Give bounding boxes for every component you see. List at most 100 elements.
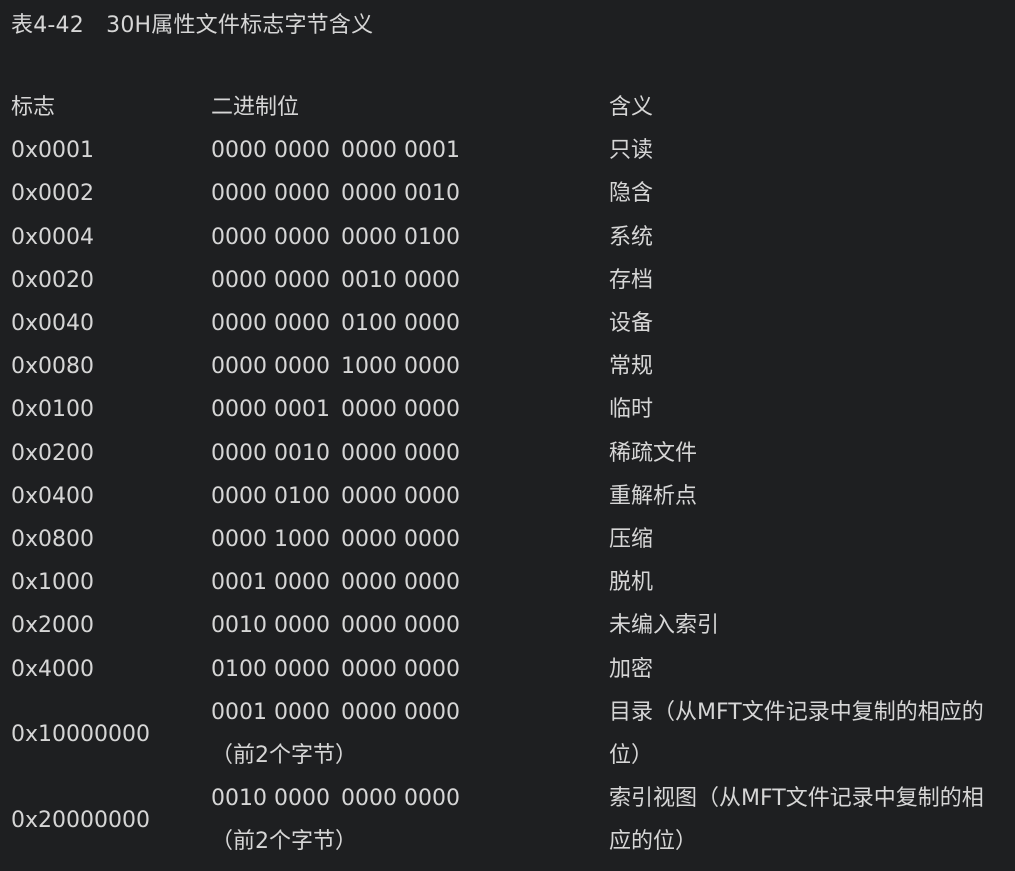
binary-note: （前2个字节） bbox=[211, 829, 357, 855]
meaning-cell: 索引视图（从MFT文件记录中复制的相应的位） bbox=[598, 777, 1015, 863]
binary-cell: 0000 0000 0100 0000 bbox=[200, 302, 598, 345]
meaning-cell: 目录（从MFT文件记录中复制的相应的位） bbox=[598, 691, 1015, 777]
meaning-cell: 加密 bbox=[609, 656, 654, 682]
binary-cell: 0000 0000 1000 0000 bbox=[200, 345, 598, 388]
binary-high-byte: 0000 0100 bbox=[211, 483, 330, 509]
binary-high-byte: 0000 1000 bbox=[211, 527, 330, 553]
binary-cell: 0000 0001 0000 0000 bbox=[200, 388, 598, 431]
table-row: 0x0800 0000 1000 0000 0000 压缩 bbox=[0, 518, 1015, 561]
flag-cell: 0x0080 bbox=[11, 354, 95, 380]
binary-low-byte: 0000 0000 bbox=[341, 699, 460, 725]
flag-cell: 0x1000 bbox=[11, 570, 95, 596]
meaning-cell: 稀疏文件 bbox=[609, 440, 698, 466]
binary-low-byte: 0000 0000 bbox=[341, 527, 460, 553]
binary-high-byte: 0000 0000 bbox=[211, 267, 330, 293]
meaning-cell: 压缩 bbox=[609, 527, 654, 553]
table-row: 0x0040 0000 0000 0100 0000 设备 bbox=[0, 302, 1015, 345]
header-flag: 标志 bbox=[11, 95, 56, 120]
binary-cell: 0000 0000 0000 0100 bbox=[200, 216, 598, 259]
flag-cell: 0x0020 bbox=[11, 267, 95, 293]
binary-low-byte: 0000 0000 bbox=[341, 397, 460, 423]
meaning-cell: 重解析点 bbox=[609, 483, 698, 509]
binary-cell: 0100 0000 0000 0000 bbox=[200, 648, 598, 691]
flag-cell: 0x10000000 bbox=[11, 721, 150, 747]
flag-cell: 0x0100 bbox=[11, 397, 95, 423]
binary-high-byte: 0000 0000 bbox=[211, 311, 330, 337]
flag-cell: 0x0002 bbox=[11, 181, 95, 207]
meaning-cell: 只读 bbox=[609, 138, 654, 164]
binary-cell: 0001 0000 0000 0000 （前2个字节） bbox=[200, 691, 598, 777]
table-row: 0x4000 0100 0000 0000 0000 加密 bbox=[0, 648, 1015, 691]
table-row: 0x0100 0000 0001 0000 0000 临时 bbox=[0, 388, 1015, 431]
binary-low-byte: 0000 0000 bbox=[341, 570, 460, 596]
table-row: 0x1000 0001 0000 0000 0000 脱机 bbox=[0, 561, 1015, 604]
binary-high-byte: 0100 0000 bbox=[211, 656, 330, 682]
meaning-text: 索引视图（从MFT文件记录中复制的相应的位） bbox=[609, 786, 984, 855]
binary-low-byte: 0000 0000 bbox=[341, 613, 460, 639]
binary-cell: 0000 0100 0000 0000 bbox=[200, 475, 598, 518]
flag-cell: 0x0040 bbox=[11, 311, 95, 337]
table-row: 0x0020 0000 0000 0010 0000 存档 bbox=[0, 259, 1015, 302]
table-row: 0x2000 0010 0000 0000 0000 未编入索引 bbox=[0, 604, 1015, 647]
binary-cell: 0000 0000 0010 0000 bbox=[200, 259, 598, 302]
table-header-row: 标志 二进制位 含义 bbox=[0, 86, 1015, 129]
binary-cell: 0000 0000 0000 0001 bbox=[200, 129, 598, 172]
table-row: 0x0200 0000 0010 0000 0000 稀疏文件 bbox=[0, 432, 1015, 475]
meaning-cell: 系统 bbox=[609, 224, 654, 250]
header-binary: 二进制位 bbox=[211, 95, 300, 120]
flag-cell: 0x20000000 bbox=[11, 807, 150, 833]
binary-high-byte: 0001 0000 bbox=[211, 570, 330, 596]
binary-note: （前2个字节） bbox=[211, 743, 357, 769]
binary-high-byte: 0000 0000 bbox=[211, 224, 330, 250]
flag-cell: 0x0200 bbox=[11, 440, 95, 466]
table-caption: 表4-42 30H属性文件标志字节含义 bbox=[11, 13, 374, 38]
binary-low-byte: 0000 0010 bbox=[341, 181, 460, 207]
binary-high-byte: 0000 0000 bbox=[211, 138, 330, 164]
binary-low-byte: 0100 0000 bbox=[341, 311, 460, 337]
binary-high-byte: 0000 0010 bbox=[211, 440, 330, 466]
binary-low-byte: 0000 0000 bbox=[341, 440, 460, 466]
table-row: 0x20000000 0010 0000 0000 0000 （前2个字节） 索引… bbox=[0, 777, 1015, 863]
binary-cell: 0010 0000 0000 0000 （前2个字节） bbox=[200, 777, 598, 863]
flag-cell: 0x0001 bbox=[11, 138, 95, 164]
binary-low-byte: 0000 0000 bbox=[341, 656, 460, 682]
flag-cell: 0x0800 bbox=[11, 527, 95, 553]
table-row: 0x0002 0000 0000 0000 0010 隐含 bbox=[0, 172, 1015, 215]
flag-cell: 0x0400 bbox=[11, 483, 95, 509]
binary-low-byte: 0000 0000 bbox=[341, 786, 460, 812]
meaning-cell: 存档 bbox=[609, 267, 654, 293]
binary-cell: 0000 0000 0000 0010 bbox=[200, 172, 598, 215]
binary-high-byte: 0000 0000 bbox=[211, 181, 330, 207]
binary-high-byte: 0000 0000 bbox=[211, 354, 330, 380]
meaning-cell: 未编入索引 bbox=[609, 613, 720, 639]
binary-cell: 0000 1000 0000 0000 bbox=[200, 518, 598, 561]
table-row: 0x0400 0000 0100 0000 0000 重解析点 bbox=[0, 475, 1015, 518]
flag-cell: 0x0004 bbox=[11, 224, 95, 250]
table-row: 0x0080 0000 0000 1000 0000 常规 bbox=[0, 345, 1015, 388]
meaning-cell: 临时 bbox=[609, 397, 654, 423]
flag-cell: 0x4000 bbox=[11, 656, 95, 682]
meaning-text: 目录（从MFT文件记录中复制的相应的位） bbox=[609, 699, 984, 769]
table-row: 0x0004 0000 0000 0000 0100 系统 bbox=[0, 216, 1015, 259]
meaning-cell: 设备 bbox=[609, 311, 654, 337]
binary-cell: 0010 0000 0000 0000 bbox=[200, 604, 598, 647]
flag-cell: 0x2000 bbox=[11, 613, 95, 639]
binary-high-byte: 0010 0000 bbox=[211, 613, 330, 639]
table-row: 0x10000000 0001 0000 0000 0000 （前2个字节） 目录… bbox=[0, 691, 1015, 777]
table-row: 0x0001 0000 0000 0000 0001 只读 bbox=[0, 129, 1015, 172]
binary-low-byte: 0010 0000 bbox=[341, 267, 460, 293]
binary-cell: 0000 0010 0000 0000 bbox=[200, 432, 598, 475]
binary-high-byte: 0001 0000 bbox=[211, 699, 330, 725]
binary-low-byte: 0000 0000 bbox=[341, 483, 460, 509]
header-meaning: 含义 bbox=[609, 95, 654, 120]
meaning-cell: 隐含 bbox=[609, 181, 654, 207]
binary-low-byte: 1000 0000 bbox=[341, 354, 460, 380]
meaning-cell: 脱机 bbox=[609, 570, 654, 596]
binary-cell: 0001 0000 0000 0000 bbox=[200, 561, 598, 604]
binary-low-byte: 0000 0001 bbox=[341, 138, 460, 164]
meaning-cell: 常规 bbox=[609, 354, 654, 380]
binary-low-byte: 0000 0100 bbox=[341, 224, 460, 250]
binary-high-byte: 0010 0000 bbox=[211, 786, 330, 812]
flags-table: 标志 二进制位 含义 0x0001 0000 0000 0000 0001 只读 … bbox=[0, 86, 1015, 864]
binary-high-byte: 0000 0001 bbox=[211, 397, 330, 423]
